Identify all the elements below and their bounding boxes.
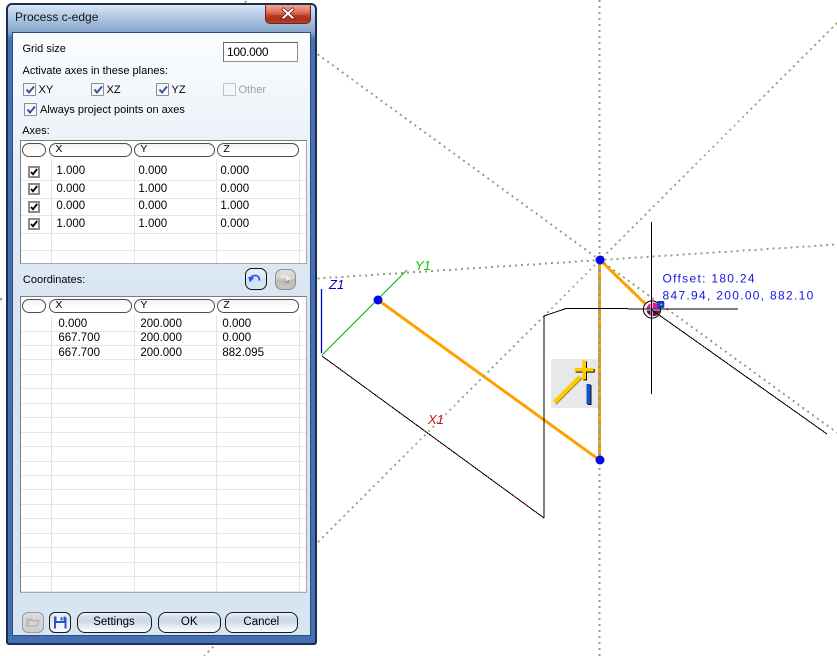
svg-text:Z1: Z1 [328, 277, 344, 292]
svg-text:Y1: Y1 [415, 258, 431, 273]
svg-text:X1: X1 [427, 412, 444, 427]
svg-text:Offset: 180.24: Offset: 180.24 [663, 272, 756, 286]
svg-text:847.94, 200.00, 882.10: 847.94, 200.00, 882.10 [663, 289, 815, 303]
